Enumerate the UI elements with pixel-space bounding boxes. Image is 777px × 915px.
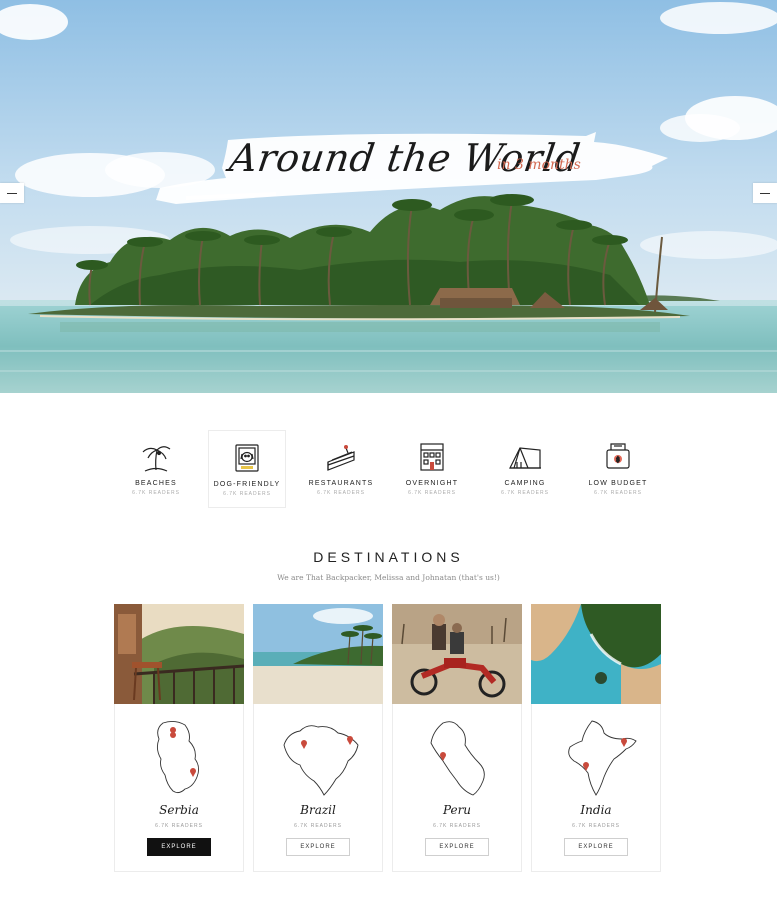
destination-readers: 6.7K READERS — [572, 823, 620, 829]
cake-icon — [327, 445, 355, 471]
brazil-map — [283, 725, 359, 796]
destination-photo — [392, 604, 522, 704]
destination-name: Peru — [442, 803, 472, 817]
category-readers: 6.7K READERS — [317, 490, 365, 496]
slider-prev-button[interactable] — [0, 183, 24, 203]
slider-next-button[interactable] — [753, 183, 777, 203]
category-beaches[interactable]: BEACHES 6.7K READERS — [117, 430, 195, 508]
map-pin-icon — [190, 768, 196, 777]
serbia-map — [156, 720, 200, 794]
arrow-left-icon — [7, 192, 17, 194]
tent-icon — [509, 447, 541, 469]
explore-button[interactable]: EXPLORE — [564, 838, 628, 856]
category-overnight[interactable]: OVERNIGHT 6.7K READERS — [393, 430, 471, 508]
destination-card-india[interactable]: India 6.7K READERS EXPLORE — [531, 604, 661, 872]
map-pin-icon — [301, 740, 307, 749]
category-restaurants[interactable]: RESTAURANTS 6.7K READERS — [302, 430, 380, 508]
map-pin-icon — [347, 736, 353, 745]
destination-readers: 6.7K READERS — [155, 823, 203, 829]
destination-name: India — [580, 803, 612, 817]
destination-card-serbia[interactable]: Serbia 6.7K READERS EXPLORE — [114, 604, 244, 872]
map-pin-icon — [170, 727, 177, 739]
map-pin-icon — [621, 738, 627, 747]
category-readers: 6.7K READERS — [132, 490, 180, 496]
destination-name: Brazil — [300, 803, 336, 817]
hero-banner: Around the World in 3 months — [0, 0, 777, 393]
category-camping[interactable]: CAMPING 6.7K READERS — [486, 430, 564, 508]
peru-map — [430, 721, 485, 796]
map-pin-icon — [440, 752, 446, 761]
explore-button[interactable]: EXPLORE — [147, 838, 211, 856]
destination-photo — [253, 604, 383, 704]
building-icon — [420, 443, 444, 471]
category-readers: 6.7K READERS — [223, 491, 271, 497]
category-low-budget[interactable]: $ LOW BUDGET 6.7K READERS — [579, 430, 657, 508]
india-map — [568, 720, 637, 796]
wallet-icon: $ — [606, 443, 630, 469]
map-pin-icon — [583, 762, 589, 771]
category-readers: 6.7K READERS — [408, 490, 456, 496]
explore-button[interactable]: EXPLORE — [425, 838, 489, 856]
explore-button[interactable]: EXPLORE — [286, 838, 350, 856]
destination-name: Serbia — [159, 803, 199, 817]
category-label: LOW BUDGET — [588, 480, 648, 487]
svg-text:$: $ — [616, 457, 620, 464]
hero-subtitle: in 3 months — [497, 157, 581, 173]
category-label: DOG-FRIENDLY — [213, 481, 281, 488]
destination-photo — [531, 604, 661, 704]
destination-readers: 6.7K READERS — [294, 823, 342, 829]
destinations-title: DESTINATIONS — [313, 549, 464, 565]
destination-card-peru[interactable]: Peru 6.7K READERS EXPLORE — [392, 604, 522, 872]
category-readers: 6.7K READERS — [594, 490, 642, 496]
palm-tree-icon — [142, 446, 171, 472]
destination-photo — [114, 604, 244, 704]
category-label: CAMPING — [504, 480, 546, 487]
dog-icon — [235, 444, 259, 472]
arrow-right-icon — [760, 192, 770, 194]
category-dog-friendly[interactable]: DOG-FRIENDLY 6.7K READERS — [208, 430, 286, 508]
category-readers: 6.7K READERS — [501, 490, 549, 496]
destination-readers: 6.7K READERS — [433, 823, 481, 829]
category-label: BEACHES — [135, 480, 177, 487]
category-label: RESTAURANTS — [308, 480, 374, 487]
category-label: OVERNIGHT — [405, 480, 459, 487]
destination-card-brazil[interactable]: Brazil 6.7K READERS EXPLORE — [253, 604, 383, 872]
destinations-subtitle: We are That Backpacker, Melissa and John… — [277, 573, 500, 582]
